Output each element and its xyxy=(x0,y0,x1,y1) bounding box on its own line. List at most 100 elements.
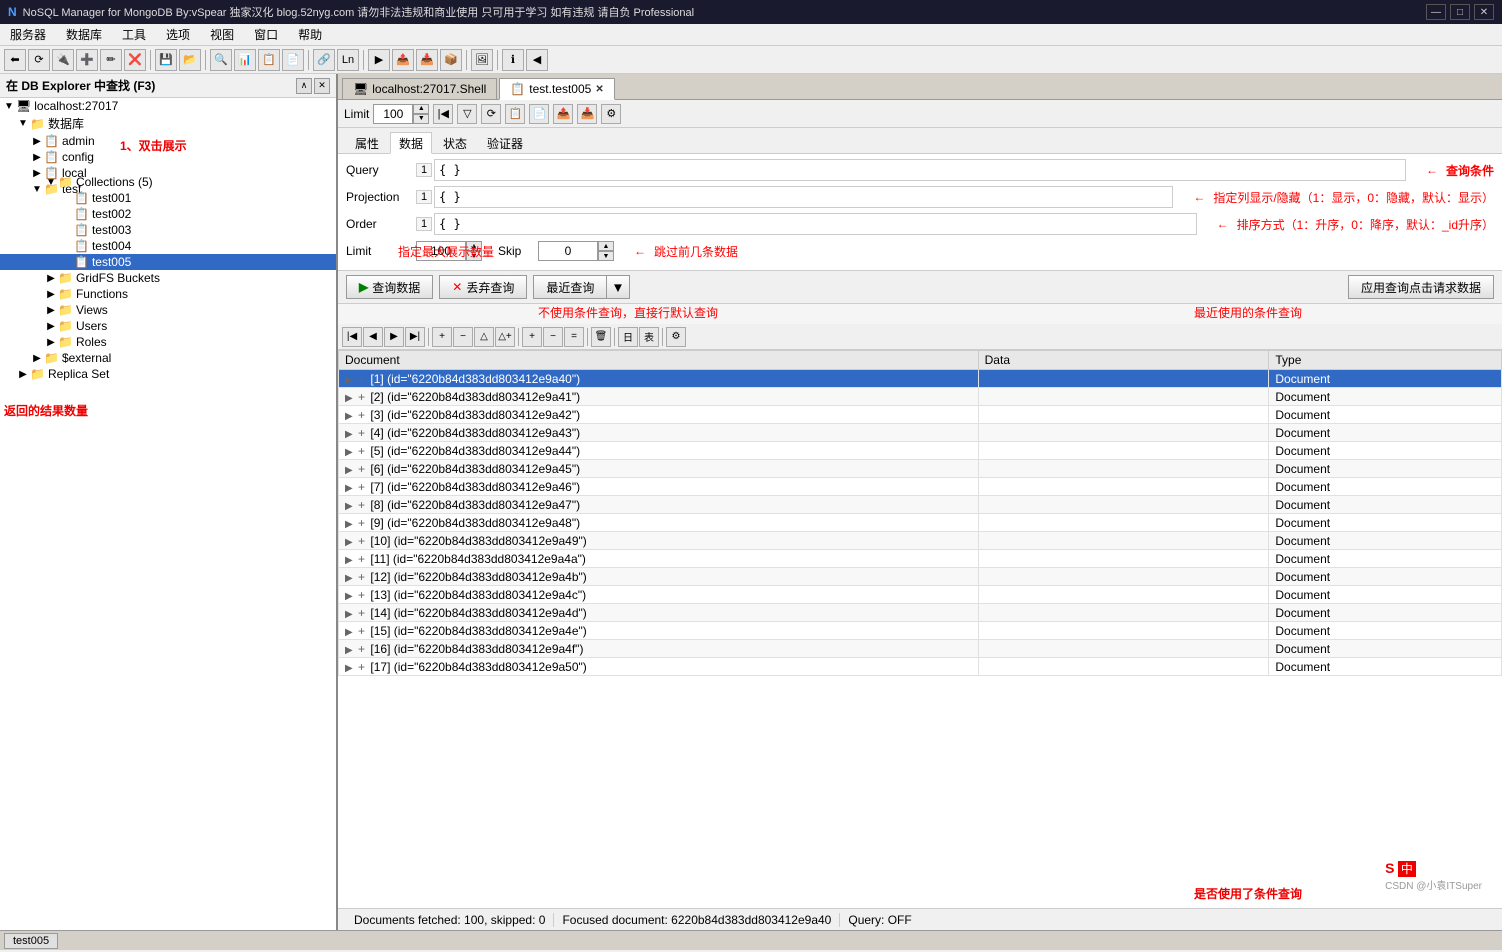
table-row[interactable]: ▶ + [14] (id="6220b84d383dd803412e9a4d")… xyxy=(339,604,1502,622)
q-paste-btn[interactable]: 📄 xyxy=(529,104,549,124)
tb-btn-15[interactable]: ▶ xyxy=(368,49,390,71)
tree-item-test003[interactable]: ▶ 📋 test003 xyxy=(0,222,336,238)
projection-input[interactable] xyxy=(434,186,1173,208)
query-data-btn[interactable]: ▶ 查询数据 xyxy=(346,275,433,299)
tree-item-gridfs[interactable]: ▶ 📁 GridFS Buckets xyxy=(0,270,336,286)
table-row[interactable]: ▶ + [2] (id="6220b84d383dd803412e9a41") … xyxy=(339,388,1502,406)
q-import-btn[interactable]: 📥 xyxy=(577,104,597,124)
form-limit-down[interactable]: ▼ xyxy=(466,251,482,261)
panel-close-btn[interactable]: ✕ xyxy=(314,78,330,94)
row-expand-icon[interactable]: ▶ xyxy=(345,663,353,674)
tree-item-localhost[interactable]: ▼ 🖥 localhost:27017 xyxy=(0,98,336,114)
menu-window[interactable]: 窗口 xyxy=(248,24,284,45)
expand-config[interactable]: ▶ xyxy=(30,152,44,163)
grid-btn-add2[interactable]: + xyxy=(522,327,542,347)
grid-btn-add[interactable]: + xyxy=(432,327,452,347)
tree-item-test005[interactable]: ▶ 📋 test005 xyxy=(0,254,336,270)
tb-btn-12[interactable]: 📄 xyxy=(282,49,304,71)
apply-query-btn[interactable]: 应用查询点击请求数据 xyxy=(1348,275,1494,299)
menu-server[interactable]: 服务器 xyxy=(4,24,52,45)
cancel-query-btn[interactable]: ✕ 丢弃查询 xyxy=(439,275,527,299)
row-expand-icon[interactable]: ▶ xyxy=(345,627,353,638)
table-row[interactable]: ▶ + [6] (id="6220b84d383dd803412e9a45") … xyxy=(339,460,1502,478)
tb-btn-17[interactable]: 📥 xyxy=(416,49,438,71)
tb-btn-19[interactable]: 🖼 xyxy=(471,49,493,71)
expand-functions[interactable]: ▶ xyxy=(44,289,58,300)
row-expand-icon[interactable]: ▶ xyxy=(345,465,353,476)
grid-btn-remove[interactable]: − xyxy=(453,327,473,347)
table-row[interactable]: ▶ + [12] (id="6220b84d383dd803412e9a4b")… xyxy=(339,568,1502,586)
tb-btn-9[interactable]: 🔍 xyxy=(210,49,232,71)
limit-down-btn[interactable]: ▼ xyxy=(413,114,429,124)
q-settings-btn[interactable]: ⚙ xyxy=(601,104,621,124)
recent-query-btn[interactable]: 最近查询 xyxy=(533,275,607,299)
tab-status[interactable]: 状态 xyxy=(434,132,476,153)
form-limit-input[interactable] xyxy=(416,241,466,261)
expand-collections[interactable]: ▼ xyxy=(44,177,58,188)
row-expand-icon[interactable]: ▶ xyxy=(345,411,353,422)
tb-btn-1[interactable]: ⬅ xyxy=(4,49,26,71)
q-export-btn[interactable]: 📤 xyxy=(553,104,573,124)
tab-data[interactable]: 数据 xyxy=(390,132,432,154)
grid-btn-edit[interactable]: △ xyxy=(474,327,494,347)
row-expand-icon[interactable]: ▶ xyxy=(345,483,353,494)
row-expand-icon[interactable]: ▶ xyxy=(345,555,353,566)
row-expand-icon[interactable]: ▶ xyxy=(345,573,353,584)
tree-item-roles[interactable]: ▶ 📁 Roles xyxy=(0,334,336,350)
row-expand-icon[interactable]: ▶ xyxy=(345,501,353,512)
expand-test[interactable]: ▼ xyxy=(30,184,44,195)
menu-view[interactable]: 视图 xyxy=(204,24,240,45)
tab-properties[interactable]: 属性 xyxy=(346,132,388,153)
table-row[interactable]: ▶ + [3] (id="6220b84d383dd803412e9a42") … xyxy=(339,406,1502,424)
form-limit-up[interactable]: ▲ xyxy=(466,241,482,251)
grid-btn-gear[interactable]: ⚙ xyxy=(666,327,686,347)
table-row[interactable]: ▶ + [9] (id="6220b84d383dd803412e9a48") … xyxy=(339,514,1502,532)
grid-btn-table[interactable]: 表 xyxy=(639,327,659,347)
recent-query-dropdown[interactable]: ▼ xyxy=(607,275,629,299)
expand-databases[interactable]: ▼ xyxy=(16,118,30,129)
tb-btn-8[interactable]: 📂 xyxy=(179,49,201,71)
query-input[interactable] xyxy=(434,159,1406,181)
table-row[interactable]: ▶ + [8] (id="6220b84d383dd803412e9a47") … xyxy=(339,496,1502,514)
q-refresh-btn[interactable]: ⟳ xyxy=(481,104,501,124)
row-expand-icon[interactable]: ▶ xyxy=(345,393,353,404)
minimize-button[interactable]: — xyxy=(1426,4,1446,20)
tb-btn-3[interactable]: 🔌 xyxy=(52,49,74,71)
tb-btn-18[interactable]: 📦 xyxy=(440,49,462,71)
table-row[interactable]: ▶ + [16] (id="6220b84d383dd803412e9a4f")… xyxy=(339,640,1502,658)
close-button[interactable]: ✕ xyxy=(1474,4,1494,20)
tree-item-test004[interactable]: ▶ 📋 test004 xyxy=(0,238,336,254)
menu-database[interactable]: 数据库 xyxy=(60,24,108,45)
expand-users[interactable]: ▶ xyxy=(44,321,58,332)
tb-btn-2[interactable]: ⟳ xyxy=(28,49,50,71)
grid-btn-rem2[interactable]: − xyxy=(543,327,563,347)
tree-item-config[interactable]: ▶ 📋 config xyxy=(0,149,336,165)
tb-btn-16[interactable]: 📤 xyxy=(392,49,414,71)
row-expand-icon[interactable]: ▶ xyxy=(345,537,353,548)
expand-external[interactable]: ▶ xyxy=(30,353,44,364)
maximize-button[interactable]: □ xyxy=(1450,4,1470,20)
expand-roles[interactable]: ▶ xyxy=(44,337,58,348)
grid-btn-eq[interactable]: = xyxy=(564,327,584,347)
tb-btn-21[interactable]: ◀ xyxy=(526,49,548,71)
grid-btn-cal[interactable]: 🗑 xyxy=(591,327,611,347)
row-expand-icon[interactable]: ▶ xyxy=(345,375,353,386)
menu-options[interactable]: 选项 xyxy=(160,24,196,45)
tb-btn-11[interactable]: 📋 xyxy=(258,49,280,71)
expand-views[interactable]: ▶ xyxy=(44,305,58,316)
tab-test005[interactable]: 📋 test.test005 ✕ xyxy=(499,78,614,100)
form-skip-down[interactable]: ▼ xyxy=(598,251,614,261)
panel-up-btn[interactable]: ∧ xyxy=(296,78,312,94)
tb-btn-6[interactable]: ❌ xyxy=(124,49,146,71)
tab-shell[interactable]: 🖥 localhost:27017.Shell xyxy=(342,78,497,99)
grid-btn-edit2[interactable]: △+ xyxy=(495,327,515,347)
bottom-tab-test005[interactable]: test005 xyxy=(4,933,58,949)
row-expand-icon[interactable]: ▶ xyxy=(345,609,353,620)
tab-validator[interactable]: 验证器 xyxy=(478,132,532,153)
expand-gridfs[interactable]: ▶ xyxy=(44,273,58,284)
tree-item-replicaset[interactable]: ▶ 📁 Replica Set xyxy=(0,366,336,382)
limit-up-btn[interactable]: ▲ xyxy=(413,104,429,114)
table-row[interactable]: ▶ + [15] (id="6220b84d383dd803412e9a4e")… xyxy=(339,622,1502,640)
grid-btn-play[interactable]: ▶ xyxy=(384,327,404,347)
menu-tools[interactable]: 工具 xyxy=(116,24,152,45)
